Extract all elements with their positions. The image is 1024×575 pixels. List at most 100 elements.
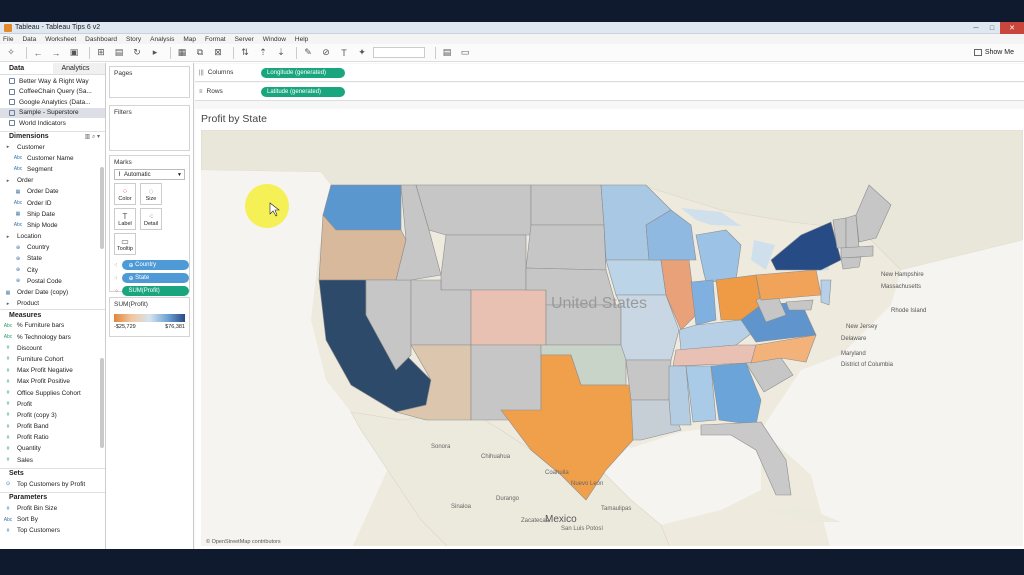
- menu-server[interactable]: Server: [235, 36, 254, 43]
- sort-descending-icon[interactable]: ⇣: [274, 47, 288, 59]
- field-item[interactable]: ⊕ State: [0, 253, 105, 264]
- field-item[interactable]: Abc Ship Mode: [0, 220, 105, 231]
- maximize-icon[interactable]: □: [984, 22, 1000, 34]
- close-icon[interactable]: ✕: [1000, 22, 1024, 34]
- minimize-icon[interactable]: ─: [968, 22, 984, 34]
- menu-map[interactable]: Map: [183, 36, 196, 43]
- field-item[interactable]: ⊕ City: [0, 265, 105, 276]
- highlight-icon[interactable]: ✎: [301, 47, 315, 59]
- label-button[interactable]: T Label: [114, 208, 136, 230]
- state-new-mexico[interactable]: [470, 344, 542, 421]
- menu-window[interactable]: Window: [263, 36, 286, 43]
- field-item[interactable]: ▸ Location: [0, 231, 105, 242]
- field-item[interactable]: ▦ Ship Date: [0, 209, 105, 220]
- state-arkansas[interactable]: [625, 359, 672, 401]
- clear-sheet-icon[interactable]: ⊠: [211, 47, 225, 59]
- presentation-icon[interactable]: ▭: [458, 47, 472, 59]
- state-washington[interactable]: [322, 184, 402, 231]
- latitude-pill[interactable]: Latitude (generated): [261, 86, 345, 97]
- duplicate-sheet-icon[interactable]: ⧉: [193, 47, 207, 59]
- cards-icon[interactable]: ▤: [440, 47, 454, 59]
- sort-ascending-icon[interactable]: ⇡: [256, 47, 270, 59]
- state-connecticut[interactable]: [840, 256, 862, 270]
- state-new-jersey[interactable]: [820, 279, 832, 306]
- run-update-icon[interactable]: ▸: [148, 47, 162, 59]
- field-item[interactable]: # Profit Ratio: [0, 432, 105, 443]
- field-item[interactable]: Abc Segment: [0, 164, 105, 175]
- size-button[interactable]: ◌ Size: [140, 183, 162, 205]
- refresh-icon[interactable]: ↻: [130, 47, 144, 59]
- state-massachusetts[interactable]: [840, 245, 874, 259]
- state-colorado[interactable]: [470, 289, 547, 346]
- menu-worksheet[interactable]: Worksheet: [45, 36, 76, 43]
- field-item[interactable]: # Profit Bin Size: [0, 503, 105, 514]
- state-south-dakota[interactable]: [525, 224, 607, 271]
- data-source-item[interactable]: World Indicators: [9, 118, 105, 129]
- field-item[interactable]: ▦ Order Date (copy): [0, 287, 105, 298]
- state-montana[interactable]: [415, 184, 532, 236]
- swap-axes-icon[interactable]: ⇅: [238, 47, 252, 59]
- pause-updates-icon[interactable]: ▤: [112, 47, 126, 59]
- new-worksheet-icon[interactable]: ▦: [175, 47, 189, 59]
- tableau-home-icon[interactable]: ✧: [4, 47, 18, 59]
- field-item[interactable]: Abc % Furniture bars: [0, 320, 105, 331]
- longitude-pill[interactable]: Longitude (generated): [261, 67, 345, 78]
- fit-dropdown[interactable]: [373, 47, 425, 58]
- field-item[interactable]: # Discount: [0, 343, 105, 354]
- field-item[interactable]: # Sales: [0, 455, 105, 466]
- menu-file[interactable]: File: [3, 36, 13, 43]
- field-item[interactable]: Abc Order ID: [0, 197, 105, 208]
- state-iowa[interactable]: [605, 259, 667, 296]
- tooltip-button[interactable]: ▭ Tooltip: [114, 233, 136, 255]
- field-item[interactable]: # Furniture Cohort: [0, 354, 105, 365]
- field-item[interactable]: ⊕ Country: [0, 242, 105, 253]
- save-icon[interactable]: ▣: [67, 47, 81, 59]
- group-icon[interactable]: ⊘: [319, 47, 333, 59]
- dimensions-scrollbar[interactable]: [100, 167, 104, 249]
- new-data-source-icon[interactable]: ⊞: [94, 47, 108, 59]
- field-item[interactable]: # Profit (copy 3): [0, 410, 105, 421]
- tab-data[interactable]: Data: [0, 63, 53, 74]
- menu-format[interactable]: Format: [205, 36, 226, 43]
- field-item[interactable]: # Max Profit Positive: [0, 376, 105, 387]
- field-item[interactable]: # Max Profit Negative: [0, 365, 105, 376]
- field-item[interactable]: Abc Sort By: [0, 514, 105, 525]
- state-north-dakota[interactable]: [530, 184, 605, 226]
- field-item[interactable]: ▸ Customer: [0, 142, 105, 153]
- field-item[interactable]: ⊙ Top Customers by Profit: [0, 479, 105, 490]
- state-wyoming[interactable]: [440, 234, 527, 291]
- tab-analytics[interactable]: Analytics: [52, 63, 105, 74]
- rows-shelf[interactable]: ≡ Rows Latitude (generated): [195, 83, 1024, 101]
- menu-analysis[interactable]: Analysis: [150, 36, 174, 43]
- mark-type-dropdown[interactable]: ⌇ Automatic ▼: [114, 169, 185, 180]
- field-item[interactable]: # Profit Band: [0, 421, 105, 432]
- menu-help[interactable]: Help: [295, 36, 308, 43]
- show-me-button[interactable]: Show Me: [973, 49, 1014, 56]
- map-canvas[interactable]: United States Mexico New Hampshire Massachu…: [201, 130, 1023, 546]
- show-labels-icon[interactable]: T: [337, 47, 351, 59]
- data-source-item[interactable]: CoffeeChain Query (Sa...: [9, 87, 105, 98]
- data-source-item-active[interactable]: Sample - Superstore: [0, 107, 105, 118]
- pages-card[interactable]: Pages: [109, 66, 190, 98]
- sum-profit-pill[interactable]: SUM(Profit): [122, 286, 189, 296]
- field-item[interactable]: ⊕ Postal Code: [0, 276, 105, 287]
- field-item[interactable]: ▸ Order: [0, 175, 105, 186]
- filters-card[interactable]: Filters: [109, 105, 190, 151]
- map-svg[interactable]: United States Mexico New Hampshire Massachu…: [201, 130, 1023, 546]
- color-button[interactable]: ⁘ Color: [114, 183, 136, 205]
- detail-button[interactable]: ⁖ Detail: [140, 208, 162, 230]
- data-source-item[interactable]: Google Analytics (Data...: [9, 97, 105, 108]
- menu-story[interactable]: Story: [126, 36, 141, 43]
- field-item[interactable]: ▸ Product: [0, 298, 105, 309]
- field-item[interactable]: Abc % Technology bars: [0, 332, 105, 343]
- state-pennsylvania[interactable]: [755, 269, 822, 301]
- columns-shelf[interactable]: ||| Columns Longitude (generated): [195, 64, 1024, 82]
- country-pill[interactable]: ⊕ Country: [122, 260, 189, 270]
- undo-icon[interactable]: ←: [31, 47, 45, 59]
- data-source-item[interactable]: Better Way & Right Way: [9, 76, 105, 87]
- field-item[interactable]: ▦ Order Date: [0, 186, 105, 197]
- measures-scrollbar[interactable]: [100, 358, 104, 448]
- field-item[interactable]: Abc Customer Name: [0, 153, 105, 164]
- color-legend-card[interactable]: SUM(Profit) -$25,729 $76,381: [109, 297, 190, 337]
- state-maryland[interactable]: [785, 299, 814, 311]
